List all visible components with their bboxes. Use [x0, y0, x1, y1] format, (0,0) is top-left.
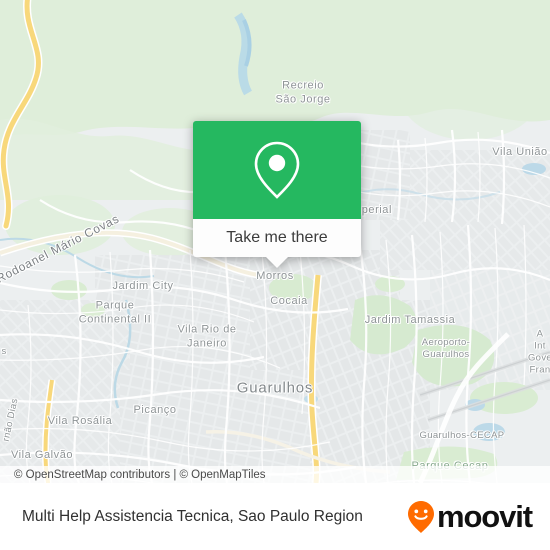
moovit-wordmark: moovit	[436, 499, 533, 534]
place-popup-card[interactable]: Take me there	[193, 121, 361, 268]
map-screenshot-root: Recreio São Jorge Vila União mperial Rodoan…	[0, 0, 550, 550]
take-me-there-label: Take me there	[226, 229, 328, 246]
popup-marker-panel	[193, 121, 361, 219]
map-pin-icon	[254, 141, 300, 199]
moovit-pin-smiley-icon	[407, 500, 434, 533]
moovit-logo[interactable]: moovit	[406, 499, 533, 534]
footer-bar: Multi Help Assistencia Tecnica, Sao Paul…	[0, 483, 550, 550]
page-title: Multi Help Assistencia Tecnica, Sao Paul…	[22, 507, 363, 525]
take-me-there-button[interactable]: Take me there	[193, 219, 361, 257]
attribution-text: © OpenStreetMap contributors | © OpenMap…	[14, 468, 266, 481]
popup-tail	[266, 257, 288, 268]
map-canvas[interactable]: Recreio São Jorge Vila União mperial Rodoan…	[0, 0, 550, 483]
map-attribution[interactable]: © OpenStreetMap contributors | © OpenMap…	[0, 466, 550, 483]
